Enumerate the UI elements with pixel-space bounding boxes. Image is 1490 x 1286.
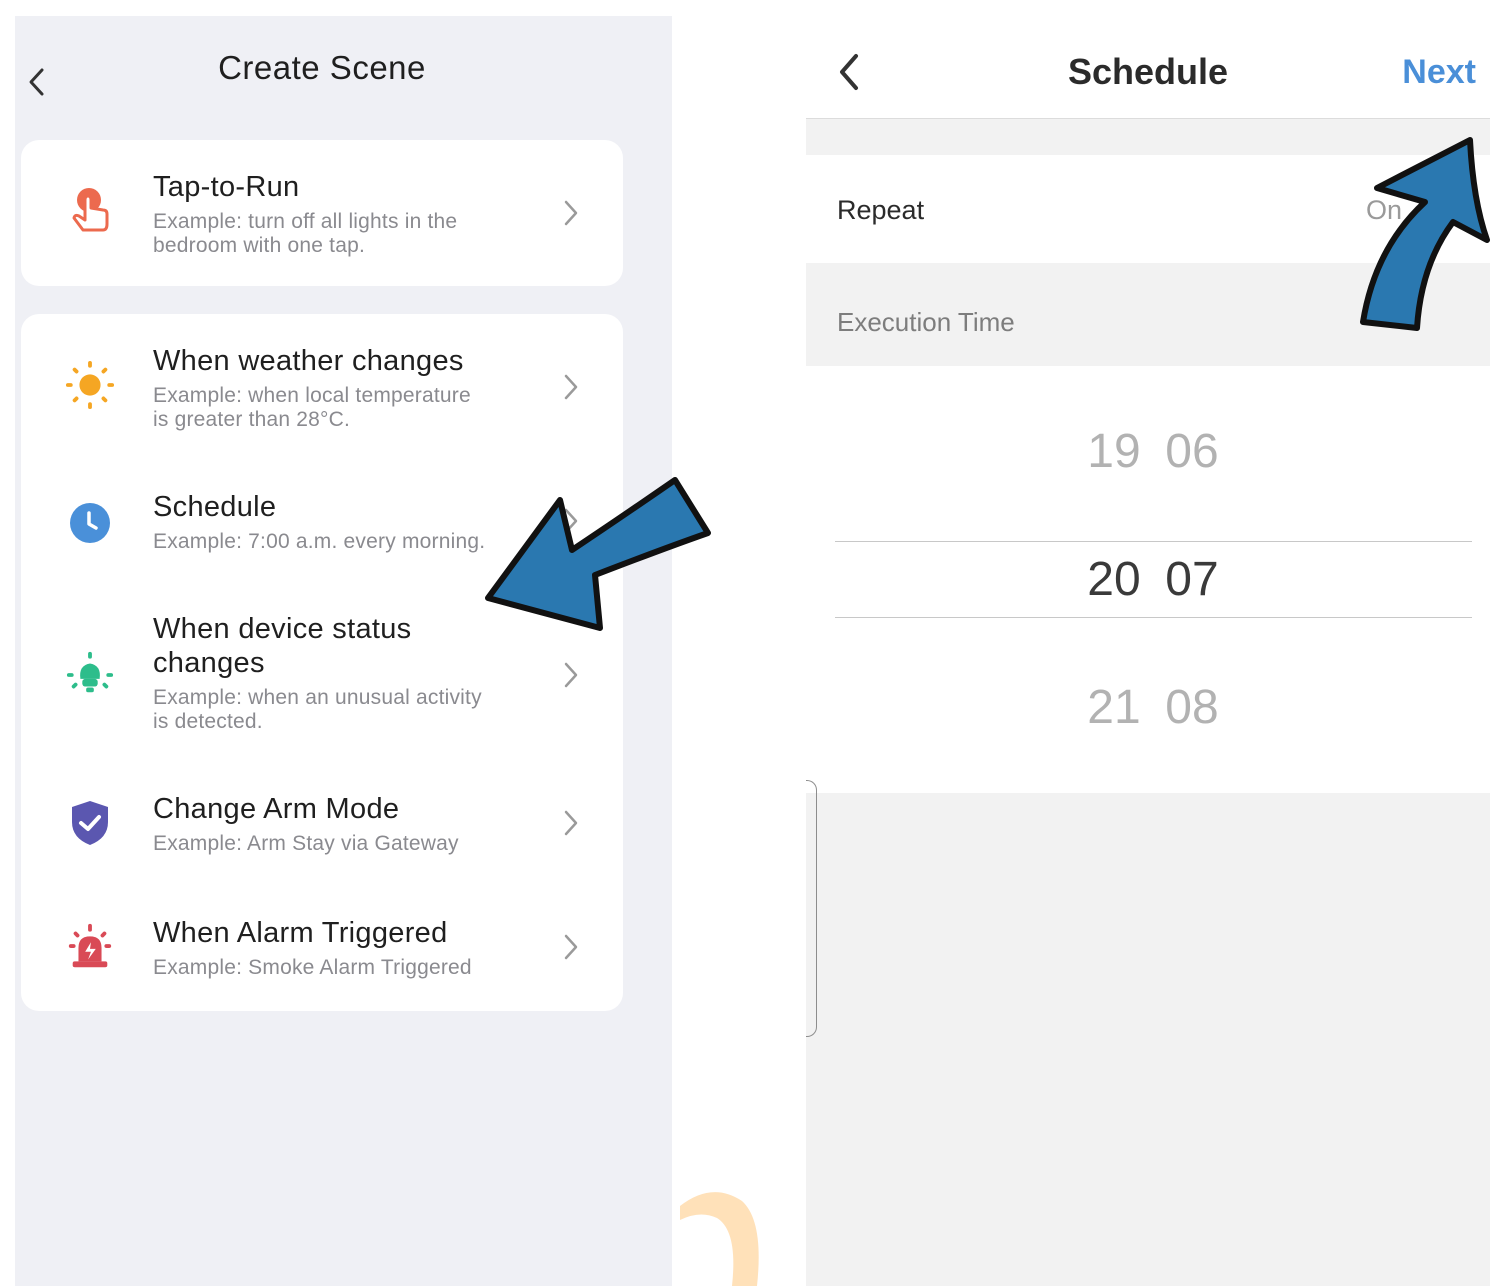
list-item-arm-mode[interactable]: Change Arm Mode Example: Arm Stay via Ga… [21, 784, 623, 894]
time-picker[interactable]: 19 06 20 07 21 08 [806, 366, 1490, 793]
item-title: When Alarm Triggered [153, 917, 448, 949]
navigation-bar: Schedule Next [806, 0, 1490, 119]
clock-icon [65, 498, 115, 548]
panel-edge-bracket [806, 780, 817, 1037]
chevron-right-icon [559, 660, 583, 690]
item-description: Example: Smoke Alarm Triggered [153, 956, 472, 979]
tap-hand-icon [65, 186, 115, 236]
repeat-label: Repeat [837, 195, 925, 225]
minute-option[interactable]: 06 [1160, 424, 1224, 480]
sun-icon [65, 360, 115, 410]
list-item-weather[interactable]: When weather changes Example: when local… [21, 314, 623, 460]
shield-check-icon [65, 798, 115, 848]
chevron-left-icon [840, 54, 858, 90]
picker-divider [835, 541, 1472, 542]
alarm-siren-icon [65, 922, 115, 972]
item-title: When weather changes [153, 345, 464, 377]
page-title: Schedule [1067, 51, 1229, 92]
item-description: Example: Arm Stay via Gateway [153, 832, 459, 855]
minute-selected[interactable]: 07 [1160, 552, 1224, 608]
annotation-arrow-next [1360, 137, 1490, 331]
minute-option[interactable]: 08 [1160, 680, 1224, 736]
bulb-icon [65, 650, 115, 700]
back-button[interactable] [834, 52, 864, 92]
chevron-right-icon [559, 932, 583, 962]
page-title: Create Scene [218, 49, 426, 86]
item-title: Change Arm Mode [153, 793, 400, 825]
item-description: bedroom with one tap. [153, 234, 365, 257]
list-item-tap-to-run[interactable]: Tap-to-Run Example: turn off all lights … [21, 140, 623, 286]
picker-divider [835, 617, 1472, 618]
conditions-card: When weather changes Example: when local… [21, 314, 623, 1011]
annotation-arrow-schedule [485, 477, 711, 631]
watermark-logo [680, 1192, 759, 1286]
chevron-right-icon [559, 372, 583, 402]
next-button[interactable]: Next [1386, 50, 1476, 94]
chevron-right-icon [559, 808, 583, 838]
tap-to-run-card: Tap-to-Run Example: turn off all lights … [21, 140, 623, 286]
list-item-alarm-triggered[interactable]: When Alarm Triggered Example: Smoke Alar… [21, 908, 623, 1008]
create-scene-screen: Create Scene Tap-to-Run Example: turn of… [15, 16, 672, 1286]
chevron-right-icon [559, 198, 583, 228]
item-description: Example: when an unusual activity [153, 686, 482, 709]
item-description: is greater than 28°C. [153, 408, 351, 431]
execution-time-label: Execution Time [837, 307, 1015, 337]
hour-option[interactable]: 19 [1082, 424, 1146, 480]
item-title: Tap-to-Run [153, 171, 300, 203]
item-title: changes [153, 647, 265, 679]
item-description: Example: turn off all lights in the [153, 210, 458, 233]
hour-option[interactable]: 21 [1082, 680, 1146, 736]
item-description: Example: when local temperature [153, 384, 471, 407]
hour-selected[interactable]: 20 [1082, 552, 1146, 608]
item-description: is detected. [153, 710, 263, 733]
